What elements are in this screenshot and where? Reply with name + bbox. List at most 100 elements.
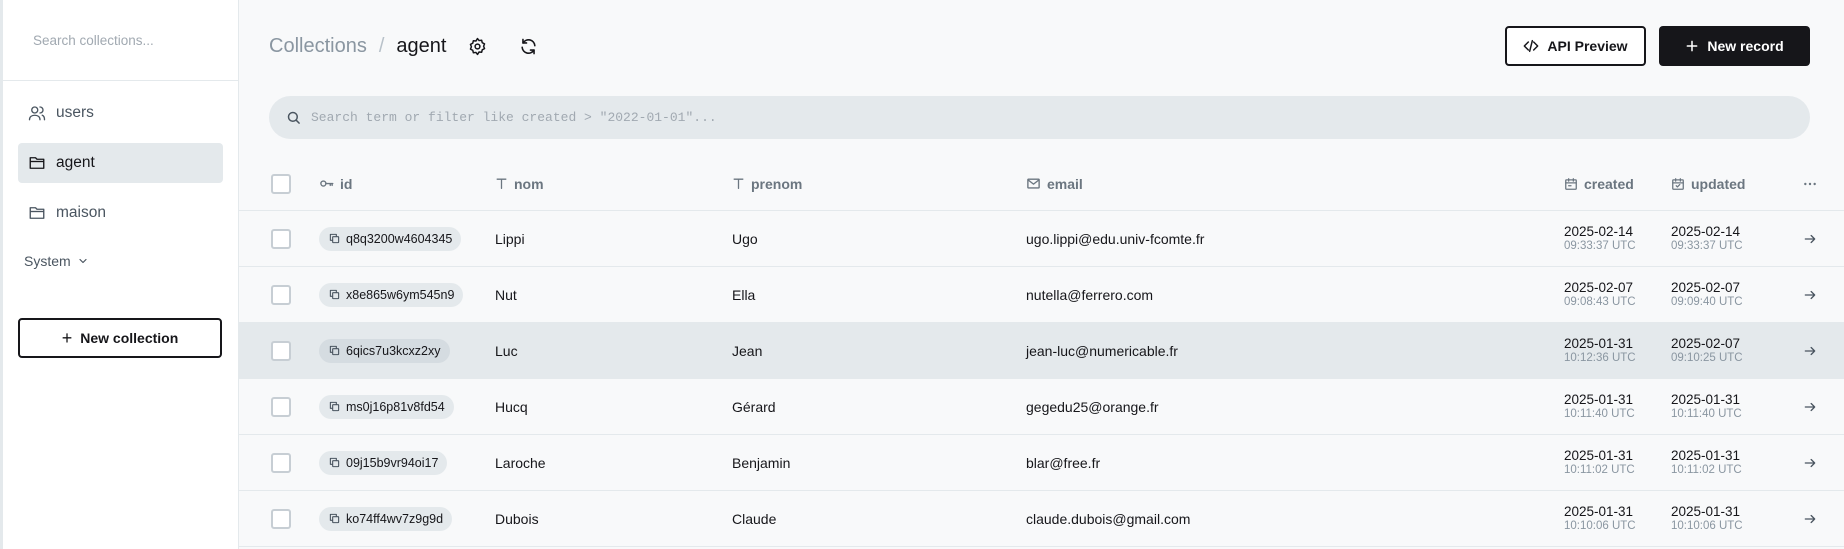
sidebar-item-maison[interactable]: maison	[18, 193, 223, 233]
created-date: 2025-02-14	[1564, 223, 1634, 239]
record-id-badge[interactable]: ko74ff4wv7z9g9d	[319, 506, 453, 531]
users-icon	[28, 104, 46, 122]
table-row[interactable]: q8q3200w4604345 Lippi Ugo ugo.lippi@edu.…	[239, 211, 1844, 267]
row-checkbox[interactable]	[271, 228, 291, 249]
sidebar-item-users[interactable]: users	[18, 93, 223, 133]
record-nom: Laroche	[495, 454, 546, 471]
text-type-icon	[495, 177, 508, 190]
record-email: blar@free.fr	[1026, 454, 1101, 471]
text-type-icon	[732, 177, 745, 190]
table-row[interactable]: 6qics7u3kcxz2xy Luc Jean jean-luc@numeri…	[239, 323, 1844, 379]
record-nom: Dubois	[495, 510, 539, 527]
sidebar-item-label: maison	[56, 204, 106, 221]
updated-time: 10:10:06 UTC	[1671, 519, 1743, 532]
calendar-check-icon	[1671, 177, 1685, 191]
table-header: id nom prenom email created updated	[239, 157, 1844, 211]
record-id-badge[interactable]: ms0j16p81v8fd54	[319, 394, 454, 419]
table-row[interactable]: x8e865w6ym545n9 Nut Ella nutella@ferrero…	[239, 267, 1844, 323]
new-record-button[interactable]: New record	[1659, 26, 1810, 66]
record-id-badge[interactable]: x8e865w6ym545n9	[319, 282, 464, 307]
refresh-icon[interactable]	[517, 35, 539, 57]
column-label: nom	[514, 175, 544, 192]
record-nom: Luc	[495, 342, 518, 359]
records-search-input[interactable]	[311, 110, 1711, 125]
column-label: updated	[1691, 175, 1746, 192]
page-header: Collections / agent API Preview New reco…	[239, 0, 1844, 92]
row-checkbox[interactable]	[271, 452, 291, 473]
page-title: agent	[396, 34, 447, 57]
collections-search-input[interactable]	[33, 32, 223, 48]
record-id-badge[interactable]: 09j15b9vr94oi17	[319, 450, 448, 475]
collections-list: users agent maison	[3, 81, 238, 233]
updated-date: 2025-01-31	[1671, 447, 1741, 463]
record-id: ms0j16p81v8fd54	[346, 399, 445, 414]
breadcrumb-collections[interactable]: Collections	[269, 35, 367, 58]
column-header-prenom[interactable]: prenom	[732, 176, 1026, 192]
column-header-email[interactable]: email	[1026, 176, 1564, 192]
updated-time: 10:11:40 UTC	[1671, 407, 1742, 420]
updated-time: 09:33:37 UTC	[1671, 239, 1743, 252]
created-date: 2025-01-31	[1564, 503, 1634, 519]
api-preview-button[interactable]: API Preview	[1505, 26, 1646, 66]
table-row[interactable]: 09j15b9vr94oi17 Laroche Benjamin blar@fr…	[239, 435, 1844, 491]
record-prenom: Jean	[732, 342, 763, 359]
arrow-right-icon[interactable]	[1790, 512, 1830, 526]
plus-icon	[1685, 39, 1699, 53]
record-email: gegedu25@orange.fr	[1026, 398, 1159, 415]
new-collection-button[interactable]: + New collection	[18, 318, 222, 358]
record-id-badge[interactable]: q8q3200w4604345	[319, 226, 462, 251]
calendar-icon	[1564, 177, 1578, 191]
column-options-more-icon[interactable]	[1790, 176, 1830, 192]
select-all-checkbox[interactable]	[271, 173, 291, 194]
created-date: 2025-01-31	[1564, 447, 1634, 463]
column-header-created[interactable]: created	[1564, 176, 1671, 192]
record-prenom: Gérard	[732, 398, 776, 415]
folder-icon	[28, 204, 46, 222]
created-time: 09:33:37 UTC	[1564, 239, 1636, 252]
copy-icon	[329, 233, 340, 244]
table-row[interactable]: ko74ff4wv7z9g9d Dubois Claude claude.dub…	[239, 491, 1844, 547]
column-header-nom[interactable]: nom	[495, 176, 732, 192]
column-header-id[interactable]: id	[319, 176, 495, 192]
sidebar-search	[3, 0, 238, 81]
arrow-right-icon[interactable]	[1790, 456, 1830, 470]
created-time: 10:12:36 UTC	[1564, 351, 1636, 364]
table-row[interactable]: ms0j16p81v8fd54 Hucq Gérard gegedu25@ora…	[239, 379, 1844, 435]
record-nom: Hucq	[495, 398, 528, 415]
system-toggle[interactable]: System	[3, 249, 238, 273]
row-checkbox[interactable]	[271, 508, 291, 529]
record-id: ko74ff4wv7z9g9d	[346, 511, 444, 526]
copy-icon	[329, 457, 340, 468]
record-email: ugo.lippi@edu.univ-fcomte.fr	[1026, 230, 1205, 247]
arrow-right-icon[interactable]	[1790, 288, 1830, 302]
mail-icon	[1026, 176, 1041, 191]
arrow-right-icon[interactable]	[1790, 400, 1830, 414]
settings-gear-icon[interactable]	[466, 35, 488, 57]
created-date: 2025-01-31	[1564, 335, 1634, 351]
column-label: prenom	[751, 175, 803, 192]
record-id-badge[interactable]: 6qics7u3kcxz2xy	[319, 338, 450, 363]
sidebar-item-agent[interactable]: agent	[18, 143, 223, 183]
record-id: 09j15b9vr94oi17	[346, 455, 439, 470]
column-label: created	[1584, 175, 1634, 192]
records-table: id nom prenom email created updated q8q3…	[239, 157, 1844, 547]
app-root: users agent maison System + Ne	[0, 0, 1844, 549]
record-id: q8q3200w4604345	[346, 231, 453, 246]
row-checkbox[interactable]	[271, 396, 291, 417]
arrow-right-icon[interactable]	[1790, 344, 1830, 358]
created-time: 10:11:02 UTC	[1564, 463, 1635, 476]
folder-icon	[28, 154, 46, 172]
copy-icon	[329, 513, 340, 524]
row-checkbox[interactable]	[271, 340, 291, 361]
record-email: jean-luc@numericable.fr	[1026, 342, 1178, 359]
arrow-right-icon[interactable]	[1790, 232, 1830, 246]
row-checkbox[interactable]	[271, 284, 291, 305]
created-date: 2025-01-31	[1564, 391, 1634, 407]
created-date: 2025-02-07	[1564, 279, 1634, 295]
created-time: 10:10:06 UTC	[1564, 519, 1636, 532]
updated-time: 09:09:40 UTC	[1671, 295, 1743, 308]
column-label: id	[340, 175, 353, 192]
record-nom: Lippi	[495, 230, 525, 247]
table-body: q8q3200w4604345 Lippi Ugo ugo.lippi@edu.…	[239, 211, 1844, 547]
column-header-updated[interactable]: updated	[1671, 176, 1790, 192]
